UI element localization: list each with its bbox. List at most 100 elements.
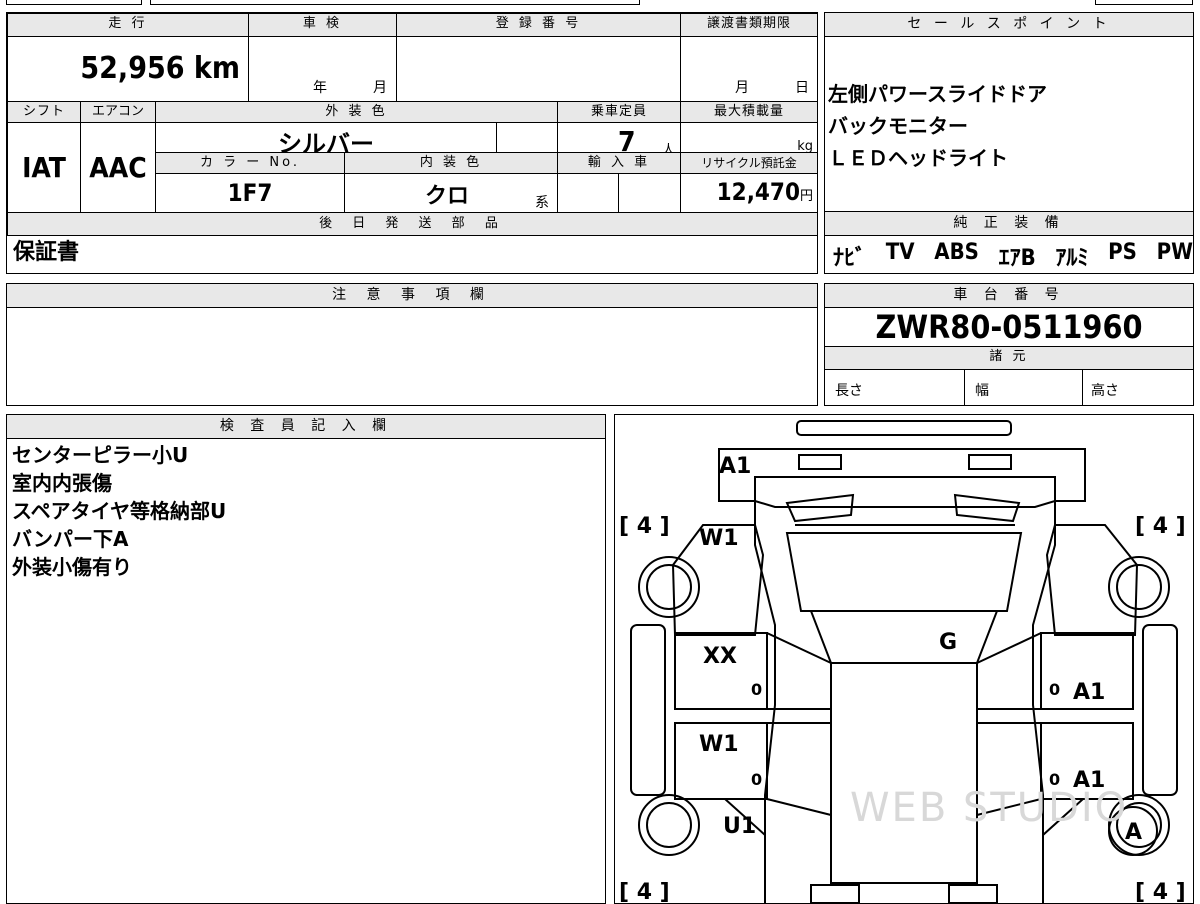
equipment-item-tv: TV [885, 240, 915, 265]
spec-height-label: 高さ [1091, 383, 1119, 399]
transfer-day: 日 [795, 80, 809, 96]
mark-front-bumper: A1 [719, 454, 751, 479]
inspector-line: 室内内張傷 [12, 471, 112, 495]
equipment-item-airbag: ｴｱB [998, 246, 1036, 271]
mark-left-front-door: XX [703, 644, 737, 669]
inspector-line: 外装小傷有り [12, 555, 132, 579]
mark-rear-left: U1 [723, 814, 756, 839]
spec-title: 諸 元 [825, 346, 1193, 370]
later-parts-label: 後 日 発 送 部 品 [7, 212, 818, 236]
aircon-value: AAC [80, 122, 156, 213]
mark-left-rear-door: W1 [699, 732, 739, 757]
vehicle-info-table: 走 行 車 検 登 録 番 号 譲渡書類期限 52,956 km 年 月 月 日… [6, 12, 818, 274]
inspector-title: 検 査 員 記 入 欄 [7, 415, 605, 439]
chassis-number: ZWR80-0511960 [875, 308, 1143, 346]
inspector-line: バンパー下A [12, 527, 129, 551]
exterior-color-label: 外 装 色 [155, 101, 558, 123]
transfer-month: 月 [735, 80, 749, 96]
inspector-lines: センターピラー小U 室内内張傷 スペアタイヤ等格納部U バンパー下A 外装小傷有… [12, 441, 226, 581]
equipment-item-ps: PS [1108, 240, 1137, 265]
front-bar [796, 420, 1012, 436]
front-light-right [968, 454, 1012, 470]
chassis-title: 車 台 番 号 [825, 284, 1193, 308]
right-front-fender [1045, 524, 1139, 636]
sales-point-item: 左側パワースライドドア [828, 82, 1047, 106]
import-label: 輸 入 車 [557, 152, 681, 174]
transfer-deadline-label: 譲渡書類期限 [680, 13, 818, 37]
wheel-front-right-inner [1116, 564, 1162, 610]
interior-color-cell: クロ 系 [344, 173, 558, 213]
interior-color-label: 内 装 色 [344, 152, 558, 174]
mark-roof: G [939, 630, 957, 655]
aircon-label: エアコン [80, 101, 156, 123]
roof-front [809, 610, 999, 664]
rear-lamp-right [948, 884, 998, 903]
equipment-item-pw: PW [1156, 240, 1193, 265]
recycle-label: リサイクル預託金 [680, 152, 818, 174]
recycle-value: 12,470 [716, 178, 800, 206]
recycle-unit: 円 [799, 189, 813, 204]
num-right-rear-door: 0 [1049, 770, 1060, 789]
shift-label: シフト [7, 101, 81, 123]
recycle-cell: 12,470円 [680, 173, 818, 213]
mileage-value: 52,956 [80, 51, 185, 86]
inspector-line: センターピラー小U [12, 443, 189, 467]
sales-point-item: ＬＥＤヘッドライト [828, 146, 1008, 170]
front-bumper [718, 448, 1086, 502]
notes-title: 注 意 事 項 欄 [7, 284, 817, 308]
sales-point-item: バックモニター [828, 114, 968, 138]
roof [830, 662, 978, 884]
chassis-box: 車 台 番 号 ZWR80-0511960 諸 元 長さ 幅 高さ [824, 283, 1194, 406]
equipment-box: 純 正 装 備 ﾅﾋﾞ TV ABS ｴｱB ｱﾙﾐ PS PW [824, 211, 1194, 274]
spec-width: 幅 [965, 370, 1083, 405]
import-cell-b [618, 173, 681, 213]
spec-height: 高さ [1083, 370, 1193, 405]
spec-length-label: 長さ [835, 383, 863, 399]
import-cell-a [557, 173, 619, 213]
color-no-value: 1F7 [155, 173, 345, 213]
num-left-rear-door: 0 [751, 770, 762, 789]
mileage-unit: km [193, 51, 240, 86]
mileage-cell: 52,956 km [7, 36, 249, 102]
registration-cell [396, 36, 681, 102]
equipment-item-navi: ﾅﾋﾞ [833, 246, 867, 271]
later-parts-value: 保証書 [13, 240, 80, 265]
equipment-list: ﾅﾋﾞ TV ABS ｴｱB ｱﾙﾐ PS PW [833, 240, 1193, 272]
top-strip [0, 0, 1200, 6]
right-sill [1142, 624, 1178, 796]
mileage-label: 走 行 [7, 13, 249, 37]
notes-box: 注 意 事 項 欄 [6, 283, 818, 406]
shaken-year: 年 [313, 80, 327, 96]
tread-front-left: [ 4 ] [619, 514, 670, 539]
windshield [785, 532, 1023, 612]
color-no-label: カ ラ ー No. [155, 152, 345, 174]
num-right-front-door: 0 [1049, 680, 1060, 699]
tread-front-right: [ 4 ] [1135, 514, 1186, 539]
wheel-rear-left-inner [646, 802, 692, 848]
spec-length: 長さ [825, 370, 965, 405]
spec-width-label: 幅 [975, 383, 989, 399]
sales-points-box: セ ー ル ス ポ イ ン ト 左側パワースライドドア バックモニター ＬＥＤヘ… [824, 12, 1194, 212]
mark-right-rear-door: A1 [1073, 768, 1105, 793]
inspector-box: 検 査 員 記 入 欄 センターピラー小U 室内内張傷 スペアタイヤ等格納部U … [6, 414, 606, 904]
left-sill [630, 624, 666, 796]
rear-lamp-left [810, 884, 860, 903]
sales-points-list: 左側パワースライドドア バックモニター ＬＥＤヘッドライト [828, 77, 1047, 175]
equipment-title: 純 正 装 備 [825, 212, 1193, 236]
mark-right-rear-wheel: A [1125, 820, 1142, 845]
shift-value: IAT [7, 122, 81, 213]
capacity-label: 乗車定員 [557, 101, 681, 123]
car-diagram-box: [ 4 ] [ 4 ] [ 4 ] [ 4 ] A1 W1 G XX W1 A1… [614, 414, 1194, 904]
inspector-line: スペアタイヤ等格納部U [12, 499, 227, 523]
equipment-item-abs: ABS [934, 240, 979, 265]
mark-right-front-door: A1 [1073, 680, 1105, 705]
shaken-label: 車 検 [248, 13, 397, 37]
shaken-cell: 年 月 [248, 36, 397, 102]
shaken-month: 月 [373, 80, 387, 96]
mark-front-left: W1 [699, 526, 739, 551]
num-left-front-door: 0 [751, 680, 762, 699]
equipment-item-alloy: ｱﾙﾐ [1055, 246, 1089, 271]
wheel-front-left-inner [646, 564, 692, 610]
car-diagram: [ 4 ] [ 4 ] [ 4 ] [ 4 ] A1 W1 G XX W1 A1… [619, 420, 1186, 903]
transfer-deadline-cell: 月 日 [680, 36, 818, 102]
